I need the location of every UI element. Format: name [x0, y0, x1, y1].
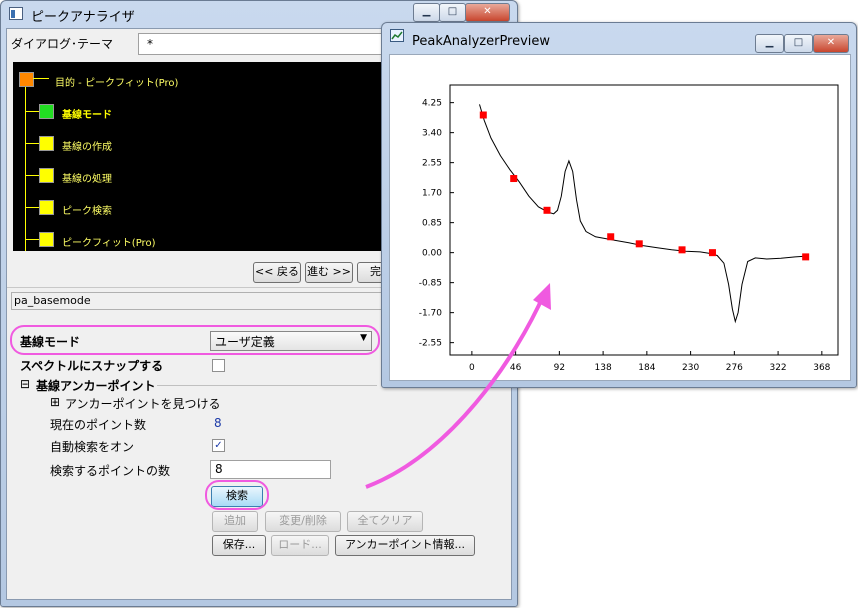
add-button[interactable]: 追加: [212, 511, 258, 532]
current-points-value: 8: [214, 416, 222, 430]
y-tick-label: -0.85: [419, 279, 442, 289]
y-tick-label: 3.40: [422, 129, 442, 139]
step-label-find-peaks[interactable]: ピーク検索: [62, 202, 112, 217]
preview-maximize-button[interactable]: □: [784, 34, 813, 53]
x-tick-label: 230: [682, 363, 699, 373]
step-node-peak-fit[interactable]: [39, 232, 54, 247]
preview-window-title: PeakAnalyzerPreview: [412, 34, 551, 49]
preview-chart: 0 46 92 138 184 230 276 322 368 4.25 3.40 2.55 1.70 0…: [419, 84, 839, 373]
tree-branch: [25, 239, 39, 240]
auto-find-label: 自動検索をオン: [50, 440, 135, 454]
plot-frame: [449, 84, 839, 356]
anchor-point: [635, 240, 643, 248]
y-tick-label: -1.70: [419, 309, 443, 319]
window-app-icon: [9, 7, 23, 20]
anchor-point: [607, 233, 615, 241]
snap-label: スペクトルにスナップする: [20, 359, 164, 373]
peak-analyzer-preview-window: PeakAnalyzerPreview ▁ □ ✕ 0 46 92 138 184 230…: [381, 22, 857, 388]
main-window-title: ピークアナライザ: [31, 10, 135, 25]
anchor-point: [479, 111, 487, 119]
auto-find-checkbox[interactable]: ✓: [212, 439, 225, 452]
y-tick-label: 2.55: [422, 159, 442, 169]
y-tick-label: -2.55: [419, 339, 442, 349]
back-button[interactable]: << 戻る: [253, 262, 301, 283]
anchor-info-button[interactable]: アンカーポイント情報...: [335, 535, 475, 556]
y-tick-label: 1.70: [422, 189, 442, 199]
tree-root-label[interactable]: 目的 - ピークフィット(Pro): [55, 74, 178, 89]
tree-branch: [25, 207, 39, 208]
next-button[interactable]: 進む >>: [305, 262, 353, 283]
step-label-treat-baseline[interactable]: 基線の処理: [62, 170, 112, 185]
spectrum-line: [479, 104, 805, 324]
section-rule: [157, 385, 377, 386]
preview-client-area: 0 46 92 138 184 230 276 322 368 4.25 3.40 2.55 1.70 0…: [389, 54, 851, 381]
clear-all-button[interactable]: 全てクリア: [347, 511, 423, 532]
minimize-button[interactable]: ▁: [413, 3, 440, 22]
anchor-point: [802, 253, 810, 261]
step-label-create-baseline[interactable]: 基線の作成: [62, 138, 112, 153]
step-label-peak-fit[interactable]: ピークフィット(Pro): [62, 234, 155, 249]
tree-branch: [25, 143, 39, 144]
preview-app-icon: [390, 29, 404, 42]
x-tick-label: 92: [554, 363, 565, 373]
x-tick-label: 184: [638, 363, 655, 373]
wizard-tree-panel: 目的 - ピークフィット(Pro) 基線モード 基線の作成 基線の処理 ピーク検…: [13, 62, 393, 251]
baseline-mode-highlight: [10, 325, 380, 355]
x-tick-label: 276: [726, 363, 743, 373]
step-node-find-peaks[interactable]: [39, 200, 54, 215]
x-tick-label: 0: [469, 363, 475, 373]
anchor-section-label: 基線アンカーポイント: [36, 379, 156, 393]
snap-checkbox[interactable]: [212, 359, 225, 372]
dialog-theme-label: ダイアログ･テーマ: [11, 37, 114, 51]
modify-delete-button[interactable]: 変更/削除: [265, 511, 341, 532]
search-button-highlight: [205, 480, 269, 510]
tree-branch: [25, 111, 39, 112]
tree-branch: [33, 78, 49, 79]
y-tick-label: 0.00: [422, 249, 442, 259]
search-points-input[interactable]: 8: [210, 460, 331, 479]
x-tick-label: 368: [813, 363, 830, 373]
anchor-point: [708, 249, 716, 257]
anchor-point: [510, 175, 518, 183]
y-tick-label: 0.85: [422, 219, 442, 229]
tree-branch: [25, 175, 39, 176]
find-anchor-label: アンカーポイントを見つける: [65, 397, 221, 411]
root-node-icon[interactable]: [19, 72, 34, 87]
current-points-label: 現在のポイント数: [50, 418, 147, 432]
preview-minimize-button[interactable]: ▁: [755, 34, 784, 53]
maximize-button[interactable]: □: [439, 3, 466, 22]
step-label-baseline-mode[interactable]: 基線モード: [62, 106, 112, 121]
close-button[interactable]: ✕: [465, 3, 510, 22]
step-node-treat-baseline[interactable]: [39, 168, 54, 183]
x-tick-label: 46: [510, 363, 522, 373]
step-node-create-baseline[interactable]: [39, 136, 54, 151]
load-button[interactable]: ロード...: [271, 535, 329, 556]
anchor-point: [678, 246, 686, 254]
x-tick-label: 322: [769, 363, 786, 373]
anchor-point: [543, 206, 551, 214]
anchor-section-toggle-icon[interactable]: ⊟: [20, 377, 30, 391]
step-node-baseline-mode[interactable]: [39, 104, 54, 119]
x-tick-label: 138: [595, 363, 612, 373]
y-tick-label: 4.25: [422, 99, 442, 109]
preview-close-button[interactable]: ✕: [813, 34, 849, 53]
find-anchor-expand-icon[interactable]: ⊞: [50, 395, 60, 409]
search-points-label: 検索するポイントの数: [50, 464, 171, 478]
save-button[interactable]: 保存...: [212, 535, 266, 556]
preview-titlebar[interactable]: PeakAnalyzerPreview ▁ □ ✕: [382, 23, 856, 53]
